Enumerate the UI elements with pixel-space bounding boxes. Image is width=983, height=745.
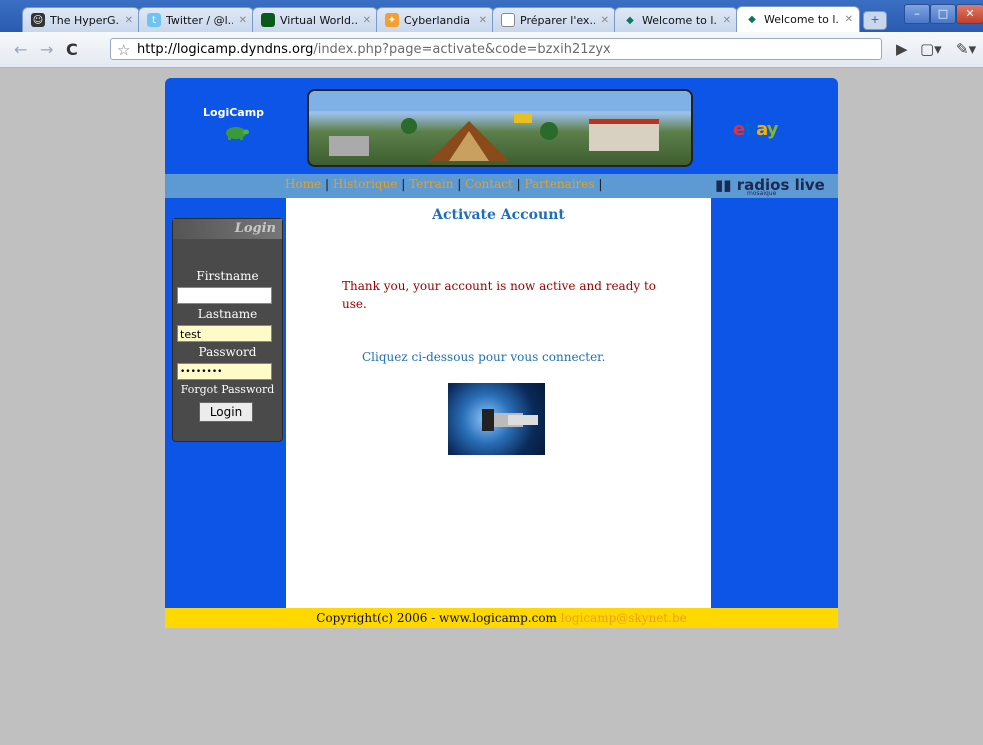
bookmark-star-icon[interactable]: ☆ — [117, 39, 130, 61]
site-header: LogiCamp ebay — [165, 78, 838, 174]
footer-copyright: Copyright(c) 2006 - www.logicamp.com — [316, 611, 557, 625]
page-icon — [501, 13, 515, 27]
globe-icon: ☺ — [31, 13, 45, 27]
ebay-logo[interactable]: ebay — [733, 119, 778, 140]
lastname-field[interactable]: test — [177, 325, 272, 342]
tab-label: Welcome to l... — [642, 13, 717, 27]
wrench-icon[interactable]: ✎▾ — [956, 40, 976, 58]
radios-live-logo[interactable]: ▮▮ radios live mosaïque — [715, 176, 825, 197]
url-host: http://logicamp.dyndns.org — [137, 42, 314, 57]
site-logo[interactable]: LogiCamp — [203, 106, 264, 119]
lastname-label: Lastname — [197, 307, 258, 321]
nav-terrain[interactable]: Terrain — [409, 177, 453, 191]
close-icon[interactable]: ✕ — [479, 15, 487, 26]
back-button[interactable]: ← — [14, 40, 27, 59]
nav-contact[interactable]: Contact — [465, 177, 513, 191]
minimize-button[interactable]: – — [904, 4, 930, 24]
footer-email[interactable]: logicamp@skynet.be — [561, 611, 687, 625]
close-icon[interactable]: ✕ — [601, 15, 609, 26]
tab-label: Twitter / @l... — [166, 13, 233, 27]
forgot-password-link[interactable]: Forgot Password — [173, 383, 282, 396]
close-icon[interactable]: ✕ — [239, 15, 247, 26]
tab-strip: ☺ The HyperG... ✕ t Twitter / @l... ✕ Vi… — [0, 0, 983, 32]
close-icon[interactable]: ✕ — [363, 15, 371, 26]
nav-historique[interactable]: Historique — [333, 177, 398, 191]
radios-sub: mosaïque — [747, 190, 777, 197]
nav-links: Home | Historique | Terrain | Contact | … — [285, 177, 603, 191]
page-title: Activate Account — [432, 207, 565, 223]
site-footer: Copyright(c) 2006 - www.logicamp.com log… — [165, 608, 838, 628]
turtle-icon: ◆ — [626, 14, 634, 26]
right-column — [711, 198, 838, 608]
maximize-button[interactable]: □ — [930, 4, 956, 24]
nav-home[interactable]: Home — [285, 177, 321, 191]
tab-label: Préparer l'ex... — [520, 13, 595, 27]
login-header: Login — [173, 219, 282, 239]
banner-image — [307, 89, 693, 167]
play-icon[interactable]: ▶ — [896, 40, 908, 58]
close-icon[interactable]: ✕ — [845, 14, 853, 25]
firstname-label: Firstname — [196, 269, 259, 283]
login-button[interactable]: Login — [199, 402, 253, 422]
password-label: Password — [198, 345, 257, 359]
connect-image[interactable] — [448, 383, 545, 455]
cyberlandia-icon: ✦ — [385, 13, 399, 27]
turtle-icon: ◆ — [748, 14, 756, 25]
password-field[interactable]: •••••••• — [177, 363, 272, 380]
browser-toolbar: ← → C ☆ http://logicamp.dyndns.org/index… — [0, 32, 983, 68]
tab-label: Virtual World... — [280, 13, 357, 27]
web-page: LogiCamp ebay Home | Historique | Terrai… — [165, 78, 838, 628]
connect-prompt: Cliquez ci-dessous pour vous connecter. — [362, 350, 606, 364]
forward-button[interactable]: → — [40, 40, 53, 59]
tab-welcome-1[interactable]: ◆ Welcome to l... ✕ — [614, 7, 738, 32]
tab-preparer[interactable]: Préparer l'ex... ✕ — [492, 7, 616, 32]
new-tab-button[interactable]: + — [863, 11, 887, 30]
green-square-icon — [261, 13, 275, 27]
main-content: Activate Account Thank you, your account… — [286, 198, 711, 608]
reload-button[interactable]: C — [66, 40, 78, 59]
tab-cyberlandia[interactable]: ✦ Cyberlandia ✕ — [376, 7, 494, 32]
tab-hypergrid[interactable]: ☺ The HyperG... ✕ — [22, 7, 140, 32]
close-window-button[interactable]: ✕ — [956, 4, 983, 24]
tab-label: Welcome to l... — [764, 13, 839, 26]
tab-welcome-active[interactable]: ◆ Welcome to l... ✕ — [736, 6, 860, 32]
site-navbar: Home | Historique | Terrain | Contact | … — [165, 174, 838, 198]
firstname-field[interactable] — [177, 287, 272, 304]
tab-twitter[interactable]: t Twitter / @l... ✕ — [138, 7, 254, 32]
tab-label: Cyberlandia — [404, 13, 471, 27]
tab-label: The HyperG... — [50, 13, 119, 27]
radio-bars-icon: ▮▮ — [715, 176, 732, 194]
nav-partenaires[interactable]: Partenaires — [524, 177, 594, 191]
twitter-icon: t — [147, 13, 161, 27]
page-menu-icon[interactable]: ▢▾ — [920, 40, 942, 58]
close-icon[interactable]: ✕ — [723, 15, 731, 26]
login-box: Login Firstname Lastname test Password •… — [172, 218, 283, 442]
close-icon[interactable]: ✕ — [125, 15, 133, 26]
activation-message: Thank you, your account is now active an… — [342, 279, 657, 311]
address-bar[interactable]: ☆ http://logicamp.dyndns.org/index.php?p… — [110, 38, 882, 60]
url-path: /index.php?page=activate&code=bzxih21zyx — [313, 42, 611, 57]
turtle-icon — [226, 127, 249, 140]
tab-virtual-world[interactable]: Virtual World... ✕ — [252, 7, 378, 32]
